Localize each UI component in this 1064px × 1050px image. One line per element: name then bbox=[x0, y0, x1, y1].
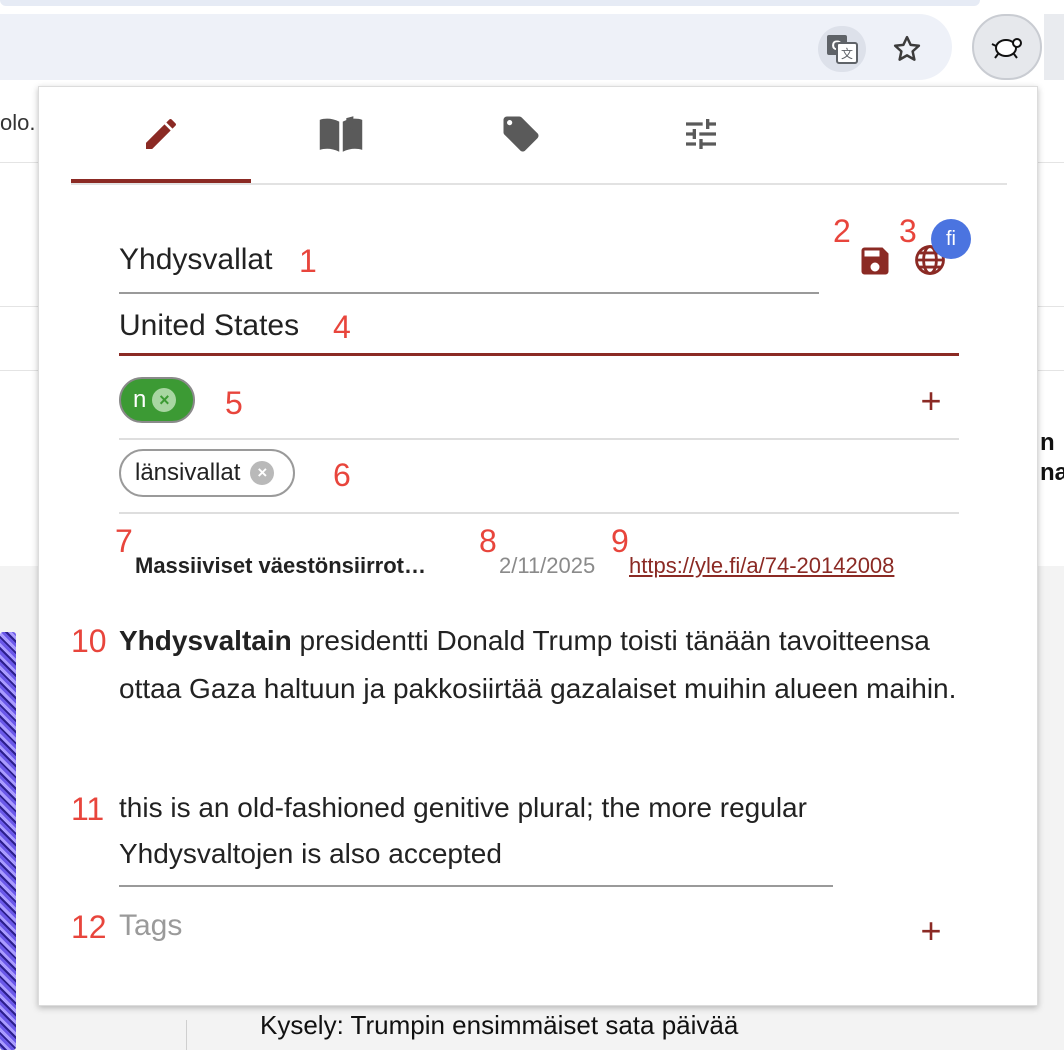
annotation-number: 6 bbox=[333, 457, 351, 493]
book-icon bbox=[319, 116, 363, 152]
save-icon[interactable] bbox=[857, 243, 893, 279]
note-field-underline bbox=[119, 885, 833, 887]
remove-chip-icon[interactable]: × bbox=[152, 388, 177, 412]
annotation-number: 11 bbox=[71, 791, 105, 827]
browser-toolbar: G 文 bbox=[0, 0, 1064, 90]
add-pos-plus-icon[interactable]: + bbox=[913, 383, 949, 419]
annotation-number: 10 bbox=[71, 623, 107, 659]
star-icon bbox=[893, 35, 921, 61]
remove-chip-icon[interactable]: × bbox=[250, 461, 275, 485]
annotation-number: 7 bbox=[115, 523, 133, 559]
extension-button[interactable] bbox=[972, 14, 1042, 80]
tag-chip[interactable]: länsivallat × bbox=[119, 449, 295, 497]
tab-tags[interactable] bbox=[431, 87, 611, 181]
context-sentence: Yhdysvaltain presidentti Donald Trump to… bbox=[119, 617, 959, 713]
background-headline[interactable]: Kysely: Trumpin ensimmäiset sata päivää bbox=[260, 1010, 738, 1041]
annotation-number: 2 bbox=[833, 213, 851, 249]
turtle-icon bbox=[991, 38, 1022, 59]
address-bar[interactable] bbox=[0, 14, 952, 80]
tag-icon bbox=[503, 116, 539, 152]
toolbar-edge bbox=[1044, 14, 1064, 80]
chip-label: n bbox=[133, 386, 147, 413]
annotation-number: 4 bbox=[333, 309, 351, 345]
vocabulary-popup: Yhdysvallat 1 2 3 fi United States 4 n ×… bbox=[38, 86, 1038, 1006]
annotation-number: 1 bbox=[299, 243, 317, 279]
note-field[interactable]: this is an old-fashioned genitive plural… bbox=[119, 785, 819, 877]
source-date: 2/11/2025 bbox=[499, 553, 596, 578]
background-headline-fragment: n na bbox=[1040, 429, 1064, 486]
tab-book[interactable] bbox=[251, 87, 431, 181]
chip-label: länsivallat bbox=[135, 459, 241, 486]
part-of-speech-chip[interactable]: n × bbox=[119, 377, 195, 423]
highlighted-word: Yhdysvaltain bbox=[119, 625, 292, 656]
row-divider bbox=[119, 438, 959, 440]
background-partial-text: olo. bbox=[0, 110, 36, 135]
svg-text:文: 文 bbox=[841, 46, 853, 61]
annotation-number: 12 bbox=[71, 909, 107, 945]
source-link[interactable]: https://yle.fi/a/74-20142008 bbox=[629, 553, 894, 579]
tab-strip-edge bbox=[0, 0, 980, 6]
word-field-underline bbox=[119, 292, 819, 294]
annotation-number: 9 bbox=[611, 523, 629, 559]
translation-field[interactable]: United States bbox=[119, 309, 299, 343]
background-divider bbox=[186, 1020, 187, 1050]
row-divider bbox=[119, 512, 959, 514]
bookmark-star-button[interactable] bbox=[884, 26, 930, 72]
word-field[interactable]: Yhdysvallat bbox=[119, 243, 272, 277]
annotation-number: 8 bbox=[479, 523, 497, 559]
google-translate-icon: G 文 bbox=[827, 35, 858, 64]
language-badge[interactable]: fi bbox=[931, 219, 971, 259]
source-title: Massiiviset väestönsiirrot… bbox=[135, 553, 427, 578]
tags-input[interactable]: Tags bbox=[119, 909, 182, 943]
pencil-icon bbox=[146, 119, 176, 149]
sliders-icon bbox=[686, 119, 716, 149]
tab-settings[interactable] bbox=[611, 87, 791, 181]
annotation-number: 5 bbox=[225, 385, 243, 421]
popup-tabs bbox=[71, 87, 1007, 185]
tab-edit[interactable] bbox=[71, 87, 251, 183]
add-tag-plus-icon[interactable]: + bbox=[913, 913, 949, 949]
background-image bbox=[0, 632, 16, 1050]
translation-field-underline bbox=[119, 353, 959, 356]
translate-button[interactable]: G 文 bbox=[818, 26, 866, 72]
